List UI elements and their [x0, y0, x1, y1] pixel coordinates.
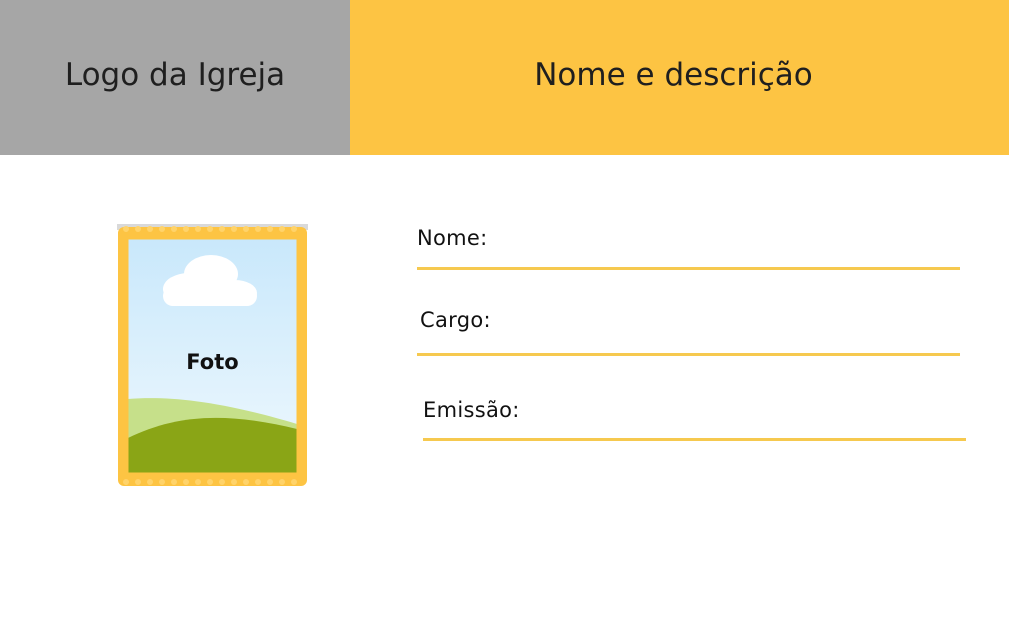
- role-field-line[interactable]: [417, 353, 960, 356]
- name-description-area: Nome e descrição: [350, 0, 1009, 155]
- name-label: Nome:: [417, 226, 488, 250]
- church-logo-area: Logo da Igreja: [0, 0, 350, 155]
- name-field-line[interactable]: [417, 267, 960, 270]
- photo-label: Foto: [186, 350, 239, 374]
- photo-placeholder: Foto: [117, 224, 308, 487]
- name-description-text: Nome e descrição: [534, 56, 813, 93]
- issue-date-field-line[interactable]: [423, 438, 966, 441]
- role-label: Cargo:: [420, 308, 491, 332]
- church-logo-text: Logo da Igreja: [64, 56, 286, 93]
- issue-date-label: Emissão:: [423, 398, 520, 422]
